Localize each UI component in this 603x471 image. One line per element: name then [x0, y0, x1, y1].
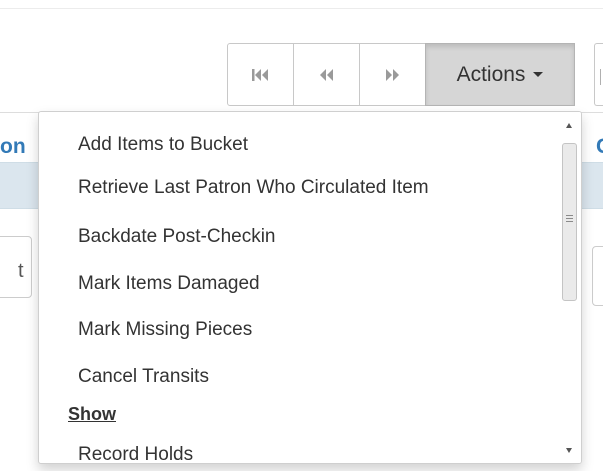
- menu-item-cancel-transits[interactable]: Cancel Transits: [78, 366, 209, 388]
- top-divider: [0, 8, 603, 9]
- first-page-button[interactable]: [227, 43, 294, 106]
- grip-line: [566, 215, 573, 216]
- actions-dropdown-button[interactable]: Actions: [425, 43, 575, 106]
- caret-down-icon: [533, 72, 544, 77]
- menu-item-retrieve-last-patron[interactable]: Retrieve Last Patron Who Circulated Item: [78, 177, 429, 199]
- partial-button-glyph: [600, 69, 601, 85]
- previous-page-icon: [320, 68, 333, 81]
- column-header-fragment-left[interactable]: on: [0, 135, 26, 159]
- grid-toolbar: Actions: [227, 43, 575, 106]
- column-header-fragment-right[interactable]: C: [596, 135, 603, 159]
- grip-line: [566, 218, 573, 219]
- menu-item-mark-missing-pieces[interactable]: Mark Missing Pieces: [78, 319, 252, 341]
- actions-label: Actions: [456, 62, 526, 86]
- menu-item-add-to-bucket[interactable]: Add Items to Bucket: [78, 134, 248, 156]
- scrollbar-thumb[interactable]: [562, 143, 577, 301]
- next-page-button[interactable]: [359, 43, 426, 106]
- menu-item-record-holds[interactable]: Record Holds: [78, 444, 193, 463]
- next-page-icon: [386, 68, 399, 81]
- menu-scrollbar[interactable]: [557, 112, 581, 463]
- menu-item-mark-damaged[interactable]: Mark Items Damaged: [78, 273, 260, 295]
- grip-line: [566, 221, 573, 222]
- menu-section-header-show: Show: [68, 404, 116, 424]
- column-filter-left[interactable]: [0, 236, 32, 298]
- previous-page-button[interactable]: [293, 43, 360, 106]
- scroll-up-arrow-icon[interactable]: [566, 123, 572, 128]
- scroll-down-arrow-icon[interactable]: [566, 448, 572, 453]
- partial-toolbar-button[interactable]: [594, 43, 603, 106]
- menu-item-backdate-post-checkin[interactable]: Backdate Post-Checkin: [78, 226, 276, 248]
- actions-menu: Add Items to Bucket Retrieve Last Patron…: [38, 111, 582, 464]
- column-filter-left-text: t: [18, 260, 24, 282]
- column-filter-right[interactable]: [592, 246, 603, 306]
- first-page-icon: [251, 68, 268, 81]
